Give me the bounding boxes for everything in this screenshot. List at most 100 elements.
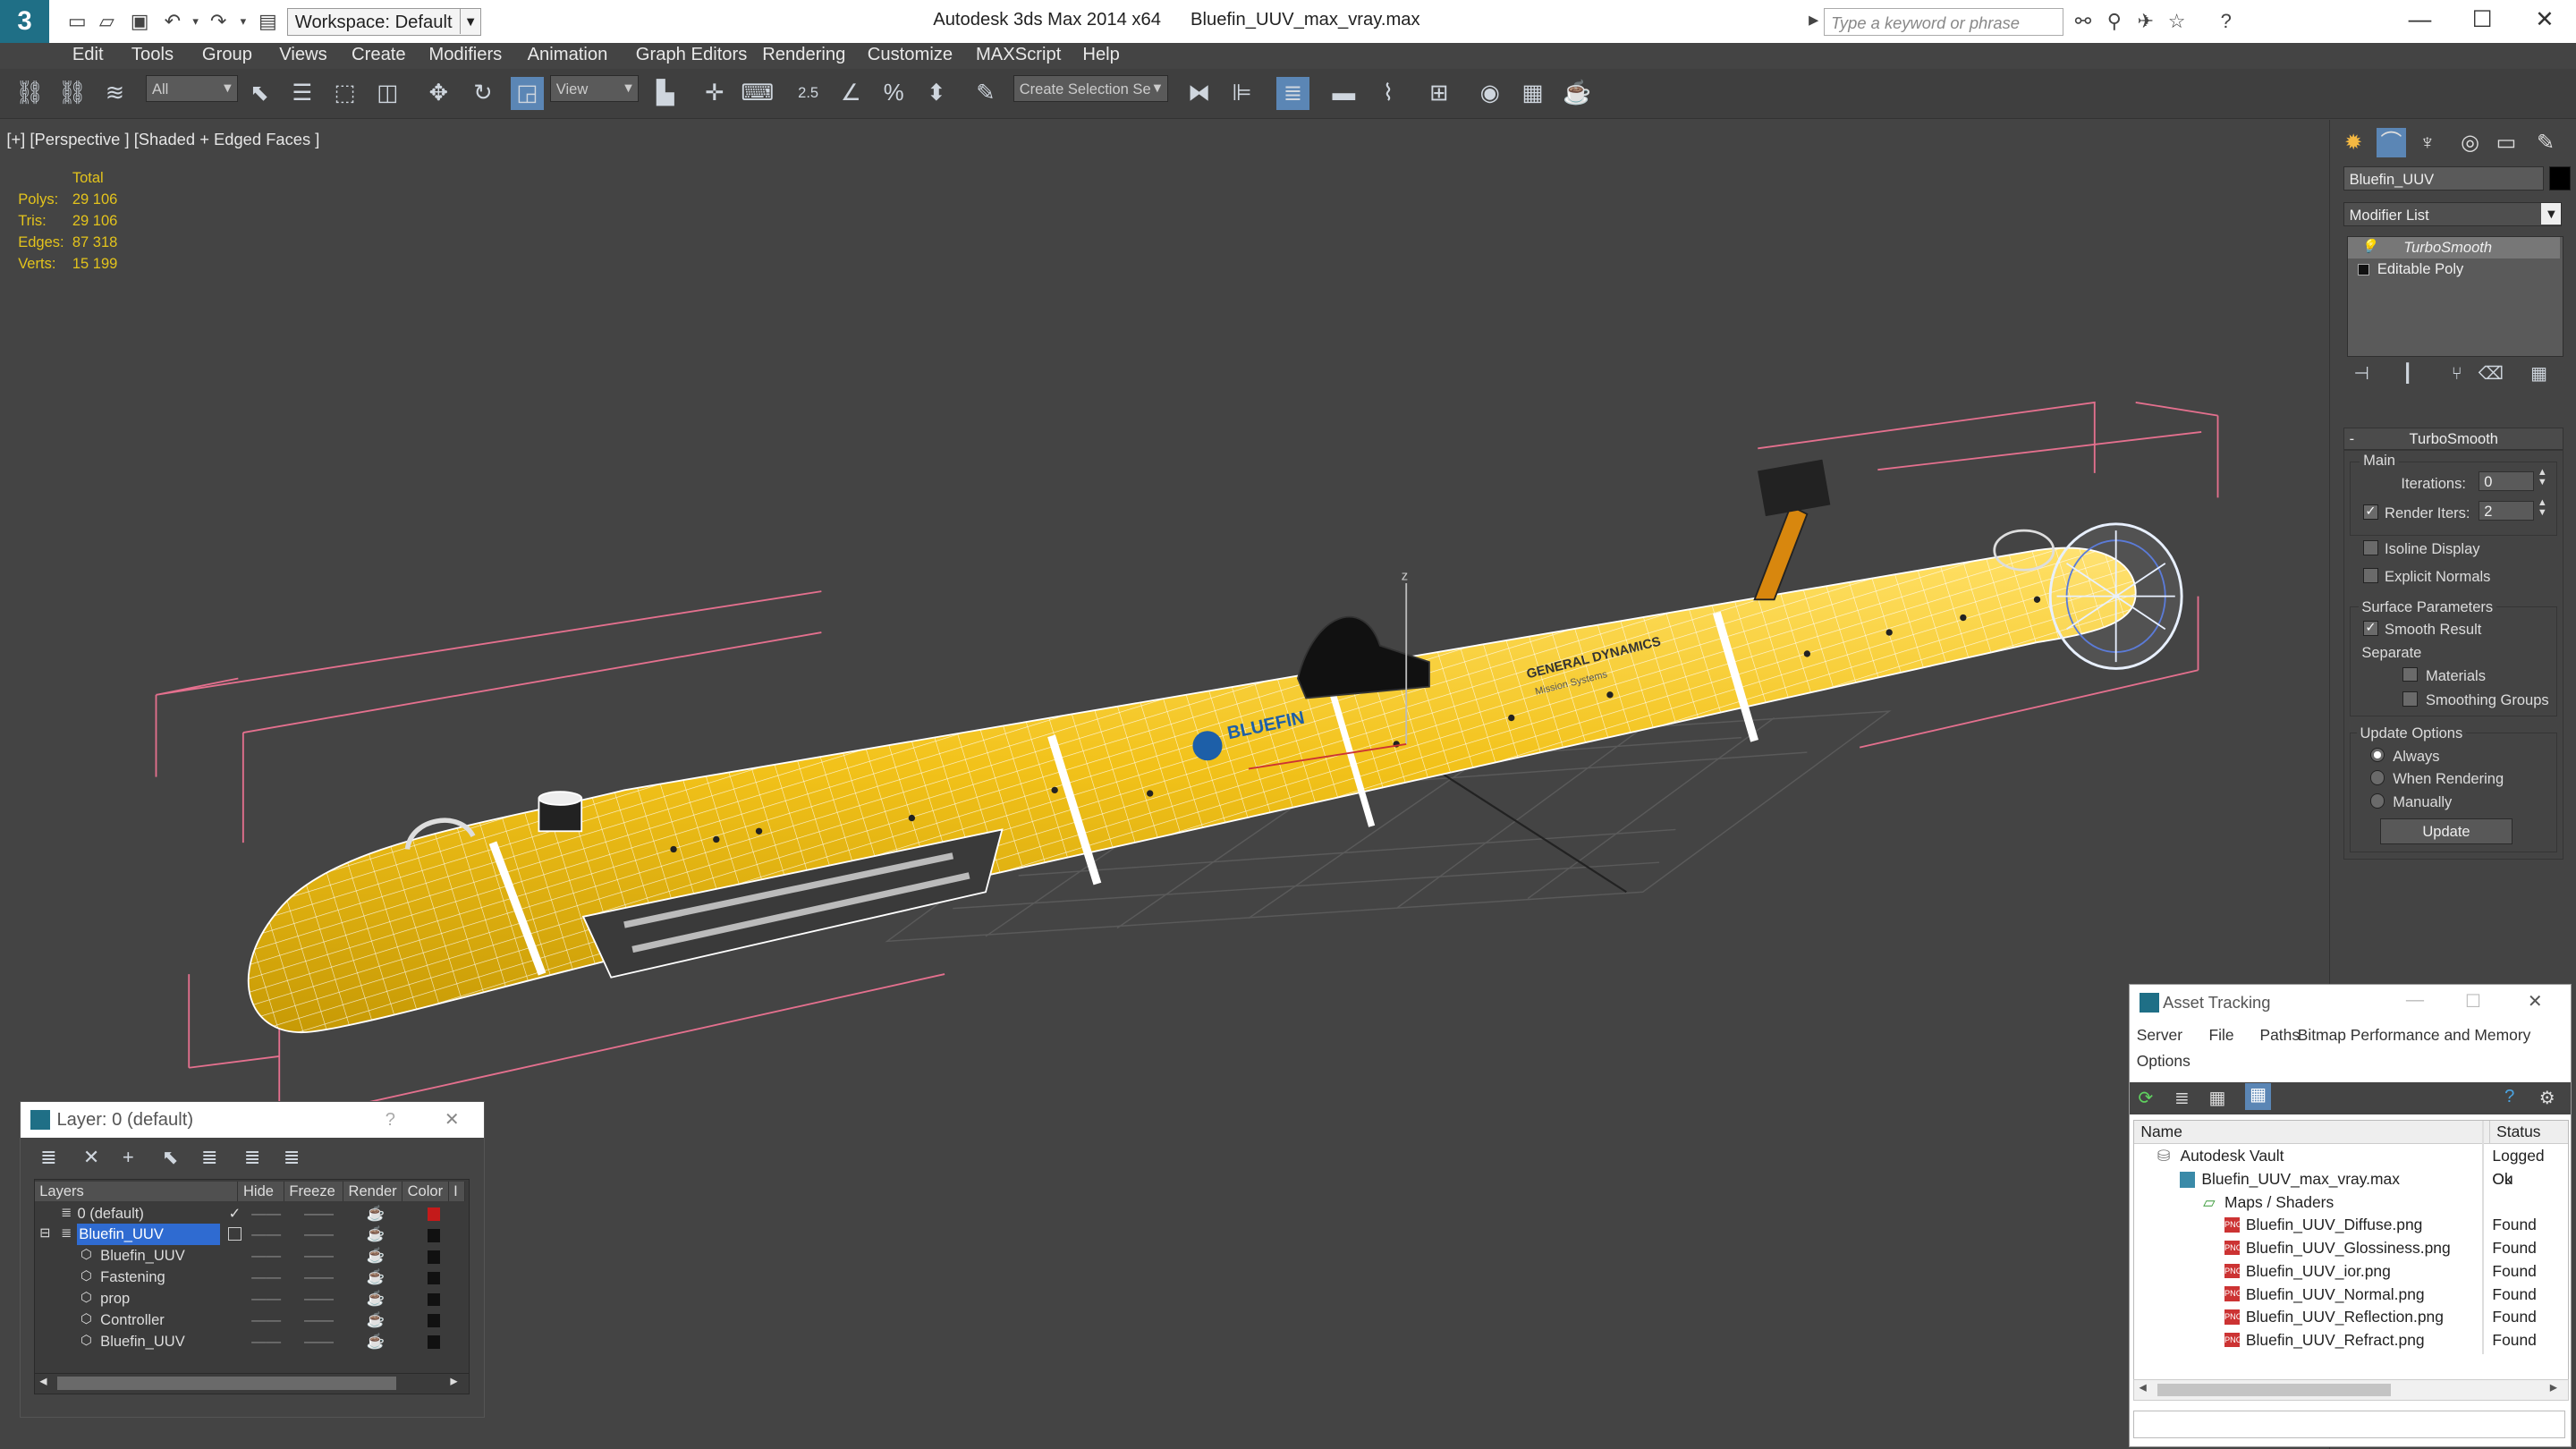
iterations-spinner[interactable]: 0	[2478, 471, 2535, 492]
render-teapot-icon[interactable]: ☕	[367, 1245, 386, 1267]
redo-dropdown-icon[interactable]: ▾	[232, 10, 255, 33]
asset-row[interactable]: Bluefin_UUV_max_vray.max Ok	[2134, 1168, 2564, 1191]
make-unique-icon[interactable]: ⑂	[2445, 363, 2469, 386]
layer-color-swatch[interactable]	[427, 1292, 441, 1307]
asset-row[interactable]: PNG Bluefin_UUV_ior.png Found	[2134, 1260, 2564, 1284]
asset-row[interactable]: PNG Bluefin_UUV_Glossiness.png Found	[2134, 1237, 2564, 1260]
menu-animation[interactable]: Animation	[528, 45, 608, 65]
scroll-left-icon[interactable]: ◂	[2140, 1378, 2147, 1396]
selection-filter-select[interactable]: All ▼	[146, 75, 239, 102]
menu-edit[interactable]: Edit	[72, 45, 104, 65]
stack-item-editable-poly[interactable]: Editable Poly	[2348, 258, 2560, 280]
active-layer-check-icon[interactable]: ✓	[228, 1203, 241, 1224]
close-icon[interactable]: ✕	[445, 1108, 460, 1131]
named-selection-select[interactable]: Create Selection Se ▼	[1013, 75, 1168, 102]
binoculars-icon[interactable]: ⚯	[2072, 10, 2095, 33]
window-crossing-icon[interactable]: ◫	[371, 77, 404, 110]
freeze-all-icon[interactable]: ≣	[284, 1146, 300, 1169]
hide-all-icon[interactable]: ≣	[244, 1146, 260, 1169]
undo-dropdown-icon[interactable]: ▾	[184, 10, 208, 33]
object-row[interactable]: ⬡ prop —— —— ☕	[35, 1288, 465, 1309]
asset-path-field[interactable]	[2133, 1410, 2566, 1439]
scroll-right-icon[interactable]: ▸	[2550, 1378, 2557, 1396]
column-name[interactable]: Name	[2140, 1121, 2182, 1144]
column-color[interactable]: Color	[402, 1181, 449, 1201]
scrollbar-thumb[interactable]	[2157, 1383, 2391, 1397]
utilities-tab-icon[interactable]: ✎	[2531, 128, 2561, 157]
layer-color-swatch[interactable]	[427, 1250, 441, 1264]
column-hide[interactable]: Hide	[238, 1181, 284, 1201]
isoline-display-checkbox[interactable]	[2363, 540, 2378, 555]
render-iters-spinner-arrows[interactable]: ▲ ▼	[2538, 497, 2547, 518]
asset-menu-server[interactable]: Server	[2137, 1026, 2182, 1045]
minimize-icon[interactable]: —	[2395, 5, 2445, 35]
hide-toggle[interactable]: ——	[251, 1309, 281, 1331]
table-view-icon[interactable]: ▦	[2244, 1083, 2272, 1110]
favorites-star-icon[interactable]: ☆	[2165, 10, 2189, 33]
select-by-name-icon[interactable]: ☰	[286, 77, 319, 110]
help-icon[interactable]: ?	[386, 1110, 395, 1131]
iterations-spinner-arrows[interactable]: ▲ ▼	[2538, 468, 2547, 487]
asset-menu-bitmap[interactable]: Bitmap Performance and Memory	[2298, 1026, 2531, 1045]
render-teapot-icon[interactable]: ☕	[367, 1224, 386, 1245]
scrollbar-thumb[interactable]	[57, 1377, 396, 1390]
stack-item-turbosmooth[interactable]: 💡 TurboSmooth	[2347, 237, 2560, 259]
object-row[interactable]: ⬡ Bluefin_UUV —— —— ☕	[35, 1245, 465, 1267]
collapse-icon[interactable]: ⊟	[39, 1224, 50, 1245]
menu-maxscript[interactable]: MAXScript	[976, 45, 1061, 65]
bind-space-warp-icon[interactable]: ≋	[98, 77, 131, 110]
link-icon[interactable]: ⛓	[13, 77, 47, 110]
highlight-layer-icon[interactable]: ≣	[201, 1146, 217, 1169]
remove-modifier-icon[interactable]: ⌫	[2479, 363, 2504, 386]
communication-icon[interactable]: ✈	[2134, 10, 2157, 33]
when-rendering-radio[interactable]	[2369, 770, 2385, 786]
pin-stack-icon[interactable]: ⊣	[2350, 363, 2373, 386]
asset-row[interactable]: PNG Bluefin_UUV_Diffuse.png Found	[2134, 1214, 2564, 1237]
scale-icon[interactable]: ◲	[511, 77, 544, 111]
expand-plus-icon[interactable]	[2357, 263, 2369, 275]
spinner-snap-icon[interactable]: ⬍	[920, 77, 953, 110]
create-layer-icon[interactable]: ≣	[40, 1146, 56, 1169]
hide-toggle[interactable]: ——	[251, 1267, 281, 1288]
render-setup-icon[interactable]: ▦	[1516, 77, 1549, 110]
freeze-toggle[interactable]: ——	[304, 1331, 334, 1352]
maximize-icon[interactable]: ☐	[2465, 990, 2481, 1013]
menu-help[interactable]: Help	[1082, 45, 1120, 65]
menu-tools[interactable]: Tools	[131, 45, 174, 65]
lightbulb-icon[interactable]: 💡	[2360, 237, 2377, 258]
render-iters-spinner[interactable]: 2	[2478, 501, 2535, 521]
curve-editor-icon[interactable]: ⌇	[1372, 77, 1405, 110]
layer-row[interactable]: ⊟ ≣ Bluefin_UUV —— —— ☕	[35, 1224, 465, 1246]
save-file-icon[interactable]: ▣	[128, 10, 151, 33]
rectangular-selection-icon[interactable]: ⬚	[328, 77, 361, 110]
thumbnail-view-icon[interactable]: ▦	[2209, 1087, 2226, 1109]
render-teapot-icon[interactable]: ☕	[367, 1309, 386, 1331]
menu-group[interactable]: Group	[202, 45, 252, 65]
menu-views[interactable]: Views	[279, 45, 327, 65]
menu-customize[interactable]: Customize	[868, 45, 953, 65]
help-icon[interactable]: ?	[2504, 1087, 2514, 1107]
object-row[interactable]: ⬡ Controller —— —— ☕	[35, 1309, 465, 1331]
schematic-view-icon[interactable]: ⊞	[1423, 77, 1456, 110]
undo-icon[interactable]: ↶	[161, 10, 184, 33]
workspace-select[interactable]: Workspace: Default ▼	[287, 8, 482, 37]
freeze-toggle[interactable]: ——	[304, 1288, 334, 1309]
render-teapot-icon[interactable]: ☕	[367, 1331, 386, 1352]
render-teapot-icon[interactable]: ☕	[367, 1288, 386, 1309]
object-row[interactable]: ⬡ Fastening —— —— ☕	[35, 1267, 465, 1288]
refresh-icon[interactable]: ⟳	[2139, 1087, 2154, 1109]
column-extra[interactable]: I	[448, 1181, 465, 1201]
render-teapot-icon[interactable]: ☕	[367, 1267, 386, 1288]
scroll-right-icon[interactable]: ▸	[450, 1372, 457, 1390]
select-object-icon[interactable]: ⬉	[243, 77, 276, 110]
hide-toggle[interactable]: ——	[251, 1245, 281, 1267]
add-to-layer-icon[interactable]: +	[123, 1146, 134, 1169]
open-file-icon[interactable]: ▱	[96, 10, 119, 33]
search-expand-icon[interactable]: ▶	[1802, 10, 1826, 33]
column-freeze[interactable]: Freeze	[284, 1181, 343, 1201]
asset-row[interactable]: ⛁ Autodesk Vault Logged Ou	[2134, 1145, 2564, 1188]
hide-toggle[interactable]: ——	[251, 1224, 281, 1245]
layer-row[interactable]: ≣ 0 (default) ✓ —— —— ☕	[35, 1203, 465, 1224]
freeze-toggle[interactable]: ——	[304, 1203, 334, 1224]
column-render[interactable]: Render	[343, 1181, 403, 1201]
